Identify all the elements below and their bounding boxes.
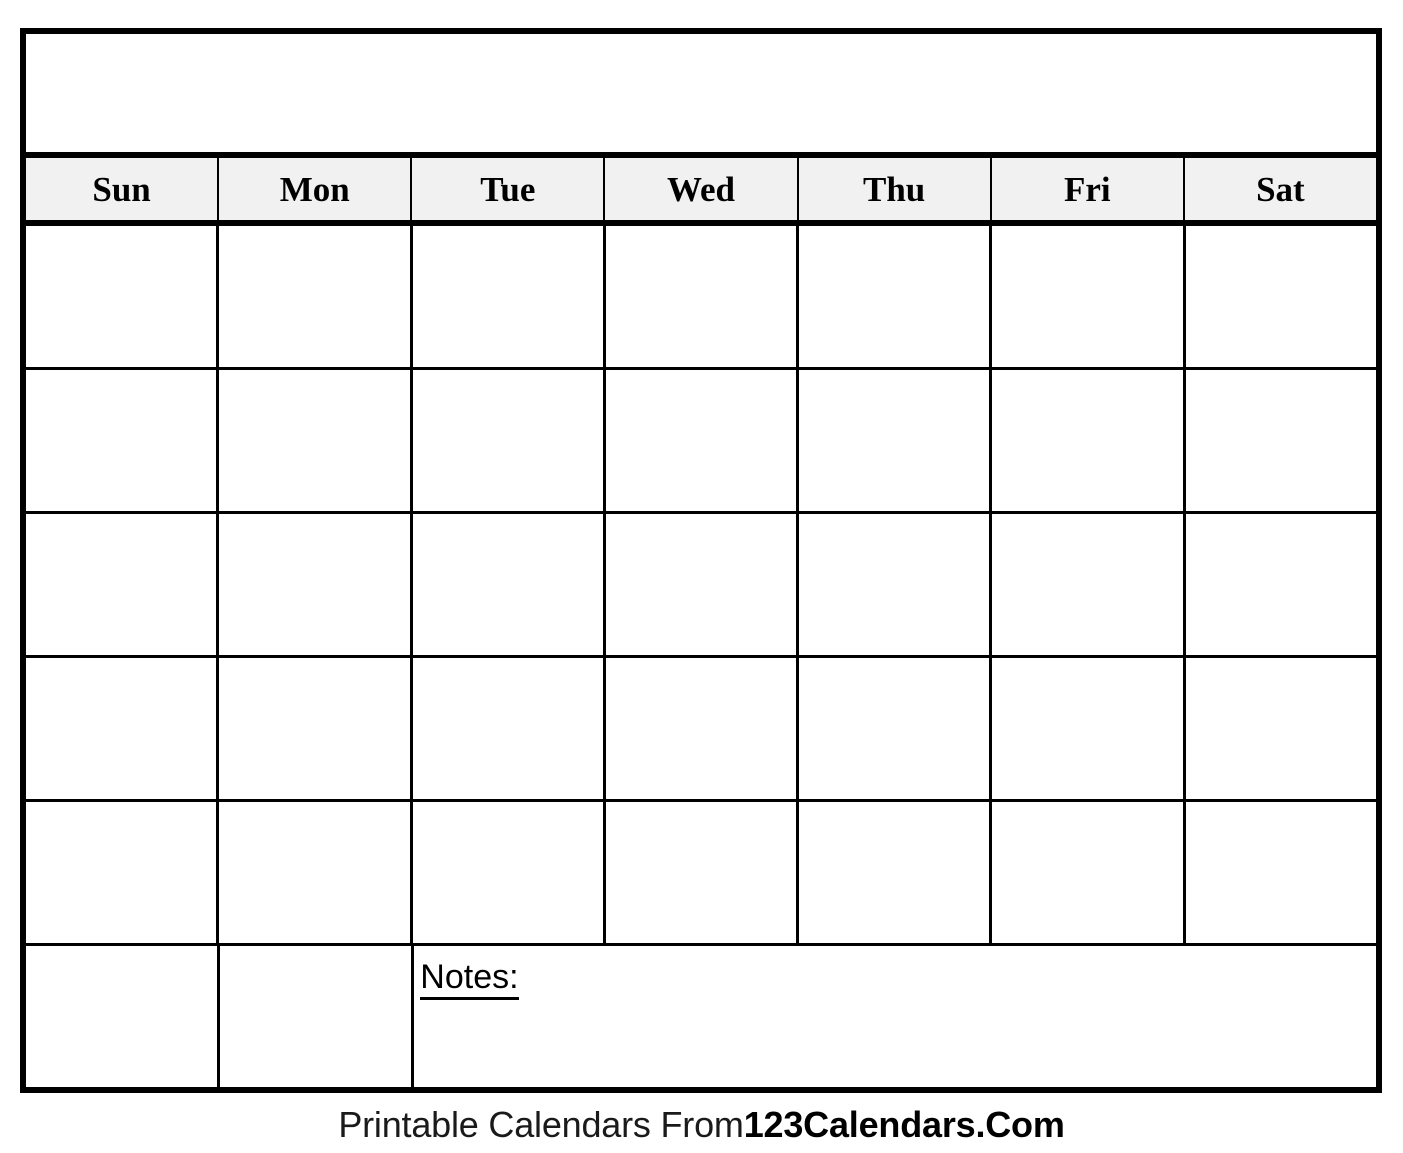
day-cell[interactable] — [992, 658, 1186, 799]
weekday-label: Sun — [92, 169, 151, 209]
week-row — [26, 514, 1376, 658]
weekday-label: Tue — [480, 169, 536, 209]
week-row — [26, 802, 1376, 946]
day-cell[interactable] — [605, 802, 800, 943]
calendar-grid: Sun Mon Tue Wed Thu Fri Sat Notes: — [20, 28, 1382, 1093]
day-cell[interactable] — [219, 514, 413, 655]
weekday-header-sun: Sun — [26, 158, 220, 220]
day-cell[interactable] — [219, 658, 413, 799]
day-cell[interactable] — [992, 514, 1186, 655]
weekday-header-tue: Tue — [412, 158, 606, 220]
weekday-label: Sat — [1256, 169, 1305, 209]
day-cell[interactable] — [1185, 514, 1376, 655]
week-row — [26, 370, 1376, 514]
day-cell[interactable] — [1185, 802, 1376, 943]
calendar-page: Sun Mon Tue Wed Thu Fri Sat Notes: Print… — [0, 0, 1403, 1153]
weekday-header-thu: Thu — [798, 158, 992, 220]
weekday-header-wed: Wed — [605, 158, 799, 220]
day-cell[interactable] — [1185, 370, 1376, 511]
day-cell[interactable] — [26, 226, 220, 367]
day-cell[interactable] — [799, 658, 993, 799]
day-cell[interactable] — [219, 226, 413, 367]
day-cell[interactable] — [26, 658, 220, 799]
day-cell[interactable] — [219, 802, 413, 943]
footer-brand: 123Calendars.Com — [743, 1103, 1065, 1145]
calendar-weeks-body: Notes: — [26, 226, 1376, 1087]
calendar-title-row[interactable] — [26, 34, 1376, 152]
notes-label: Notes: — [420, 959, 519, 1000]
day-cell[interactable] — [412, 514, 606, 655]
weekday-label: Wed — [666, 169, 736, 209]
day-cell[interactable] — [992, 226, 1186, 367]
day-cell[interactable] — [605, 226, 800, 367]
day-cell[interactable] — [220, 946, 415, 1087]
weekday-header-sat: Sat — [1184, 158, 1376, 220]
day-cell[interactable] — [605, 658, 800, 799]
day-cell[interactable] — [799, 226, 993, 367]
weekday-label: Fri — [1063, 169, 1111, 209]
day-cell[interactable] — [26, 946, 221, 1087]
day-cell[interactable] — [412, 658, 606, 799]
footer: Printable Calendars From 123Calendars.Co… — [0, 1096, 1403, 1153]
day-cell[interactable] — [1185, 658, 1376, 799]
weekday-header-row: Sun Mon Tue Wed Thu Fri Sat — [26, 152, 1376, 226]
day-cell[interactable] — [26, 514, 220, 655]
day-cell[interactable] — [799, 370, 993, 511]
weekday-header-mon: Mon — [219, 158, 413, 220]
footer-text: Printable Calendars From — [338, 1103, 744, 1145]
day-cell[interactable] — [992, 370, 1186, 511]
day-cell[interactable] — [992, 802, 1186, 943]
day-cell[interactable] — [412, 226, 606, 367]
day-cell[interactable] — [1185, 226, 1376, 367]
notes-cell[interactable]: Notes: — [414, 946, 1376, 1087]
weekday-label: Thu — [862, 169, 926, 209]
day-cell[interactable] — [412, 370, 606, 511]
day-cell[interactable] — [26, 370, 220, 511]
day-cell[interactable] — [412, 802, 606, 943]
day-cell[interactable] — [799, 802, 993, 943]
day-cell[interactable] — [605, 370, 800, 511]
week-row-with-notes: Notes: — [26, 946, 1376, 1087]
weekday-header-fri: Fri — [991, 158, 1185, 220]
weekday-label: Mon — [279, 169, 350, 209]
week-row — [26, 226, 1376, 370]
day-cell[interactable] — [605, 514, 800, 655]
day-cell[interactable] — [219, 370, 413, 511]
day-cell[interactable] — [799, 514, 993, 655]
day-cell[interactable] — [26, 802, 220, 943]
week-row — [26, 658, 1376, 802]
